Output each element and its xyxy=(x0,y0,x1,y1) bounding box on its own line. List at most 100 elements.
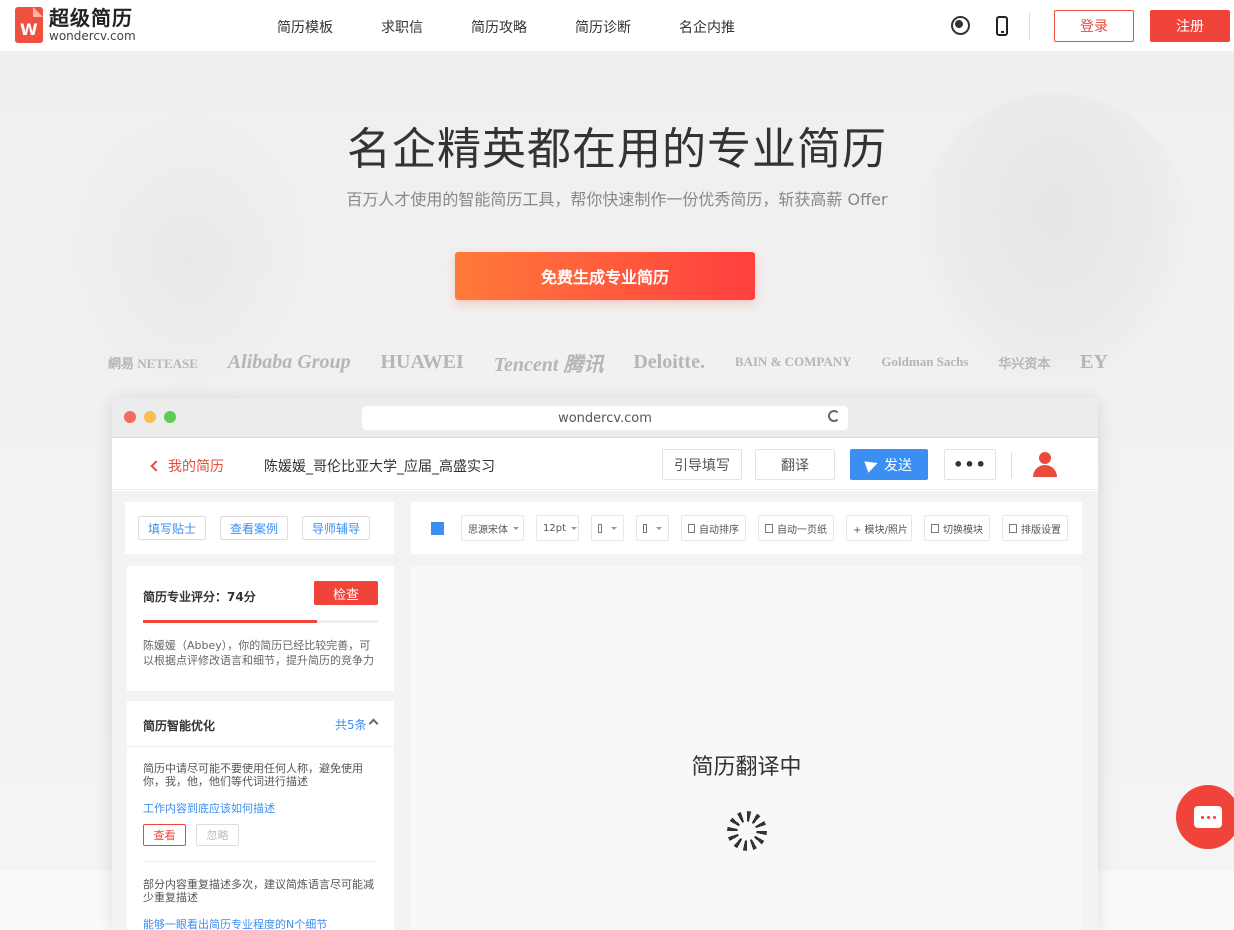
resume-preview: 简历翻译中 xyxy=(411,566,1082,930)
loading-spinner-icon xyxy=(727,811,767,851)
page-select[interactable] xyxy=(636,515,669,541)
line-spacing-icon xyxy=(598,523,602,533)
view-button[interactable]: 查看 xyxy=(143,824,186,846)
switch-module-button[interactable]: 切换模块 xyxy=(924,515,990,541)
check-button[interactable]: 检查 xyxy=(314,581,378,605)
theme-color-swatch[interactable] xyxy=(431,522,444,535)
tip-divider xyxy=(143,861,378,862)
one-page-icon xyxy=(765,523,773,533)
score-progress-fill xyxy=(143,620,317,623)
optimize-count: 共5条 xyxy=(335,718,367,732)
browser-window: wondercv.com 我的简历 陈媛媛_哥伦比亚大学_应届_高盛实习 引导填… xyxy=(112,398,1098,930)
header-divider xyxy=(1011,452,1012,478)
close-dot-icon xyxy=(124,411,136,423)
nav-item-diagnosis[interactable]: 简历诊断 xyxy=(575,17,631,37)
logo-url: wondercv.com xyxy=(49,29,136,43)
resume-title: 陈媛媛_哥伦比亚大学_应届_高盛实习 xyxy=(264,459,495,475)
globe-icon[interactable] xyxy=(951,16,970,35)
line-spacing-select[interactable] xyxy=(591,515,624,541)
tip-link[interactable]: 能够一眼看出简历专业程度的N个细节 xyxy=(143,916,327,930)
send-label: 发送 xyxy=(884,457,912,474)
page-icon xyxy=(643,523,647,533)
brand-huaxing-logo: 华兴资本 xyxy=(998,355,1051,371)
font-select[interactable]: 思源宋体 xyxy=(461,515,524,541)
one-page-button[interactable]: 自动一页纸 xyxy=(758,515,834,541)
address-bar: wondercv.com xyxy=(362,406,848,430)
main-nav: 简历模板 求职信 简历攻略 简历诊断 名企内推 xyxy=(277,17,783,37)
brand-bain-logo: BAIN & COMPANY xyxy=(734,354,852,369)
create-resume-button[interactable]: 免费生成专业简历 xyxy=(455,252,755,300)
logo-name: 超级简历 xyxy=(49,6,133,30)
brand-ey-logo: EY xyxy=(1080,350,1108,373)
tip-link[interactable]: 工作内容到底应该如何描述 xyxy=(143,800,275,816)
register-button[interactable]: 注册 xyxy=(1150,10,1230,42)
top-navbar: W 超级简历 wondercv.com 简历模板 求职信 简历攻略 简历诊断 名… xyxy=(0,0,1234,52)
minimize-dot-icon xyxy=(144,411,156,423)
logo-mark-icon: W xyxy=(15,7,43,43)
tab-tips[interactable]: 填写贴士 xyxy=(138,516,207,540)
paper-plane-icon xyxy=(864,456,880,473)
translate-button[interactable]: 翻译 xyxy=(755,449,835,480)
brand-goldman-logo: Goldman Sachs xyxy=(881,354,969,369)
logo[interactable]: W 超级简历 wondercv.com xyxy=(15,7,136,43)
mobile-icon[interactable] xyxy=(996,16,1008,36)
one-page-label: 自动一页纸 xyxy=(777,524,827,536)
brand-alibaba-logo: Alibaba Group xyxy=(227,350,351,373)
more-button[interactable]: ••• xyxy=(944,449,996,480)
module-photo-button[interactable]: + 模块/照片 xyxy=(846,515,912,541)
browser-titlebar: wondercv.com xyxy=(112,398,1098,438)
brand-netease-logo: 網易 NETEASE xyxy=(108,355,198,371)
address-url: wondercv.com xyxy=(558,410,652,426)
chat-support-button[interactable] xyxy=(1176,785,1234,849)
send-button[interactable]: 发送 xyxy=(850,449,928,480)
login-button[interactable]: 登录 xyxy=(1054,10,1134,42)
nav-item-cover-letter[interactable]: 求职信 xyxy=(381,17,423,37)
caret-down-icon xyxy=(571,526,577,530)
brand-huawei-logo: HUAWEI xyxy=(380,350,464,373)
tab-examples[interactable]: 查看案例 xyxy=(220,516,289,540)
score-progress-track xyxy=(143,620,378,623)
auto-sort-button[interactable]: 自动排序 xyxy=(681,515,746,541)
score-label: 简历专业评分：74分 xyxy=(143,590,256,604)
grid-icon xyxy=(1009,523,1017,533)
score-description: 陈媛媛（Abbey），你的简历已经比较完善，可以根据点评修改语言和细节，提升简历… xyxy=(143,639,374,667)
hero-subtitle: 百万人才使用的智能简历工具，帮你快速制作一份优秀简历，斩获高薪 Offer xyxy=(346,190,888,209)
reload-icon xyxy=(828,410,840,422)
logo-text: 超级简历 wondercv.com xyxy=(49,8,136,42)
back-to-my-resumes[interactable]: 我的简历 xyxy=(150,456,224,476)
switch-icon xyxy=(931,523,939,533)
score-card: 简历专业评分：74分 检查 陈媛媛（Abbey），你的简历已经比较完善，可以根据… xyxy=(127,566,394,691)
optimize-header[interactable]: 简历智能优化 共5条 xyxy=(127,701,394,747)
layout-settings-button[interactable]: 排版设置 xyxy=(1002,515,1068,541)
user-avatar-icon[interactable] xyxy=(1032,452,1058,478)
nav-item-guides[interactable]: 简历攻略 xyxy=(471,17,527,37)
side-tabs: 填写贴士 查看案例 导师辅导 xyxy=(125,502,394,554)
font-size-select[interactable]: 12pt xyxy=(536,515,579,541)
translating-text: 简历翻译中 xyxy=(691,755,802,780)
font-size-value: 12pt xyxy=(543,522,566,534)
chat-bubble-icon xyxy=(1194,806,1222,828)
back-label: 我的简历 xyxy=(168,459,224,475)
layout-label: 排版设置 xyxy=(1021,524,1061,536)
editor-header: 我的简历 陈媛媛_哥伦比亚大学_应届_高盛实习 引导填写 翻译 发送 ••• xyxy=(112,438,1098,525)
maximize-dot-icon xyxy=(164,411,176,423)
optimize-card: 简历智能优化 共5条 简历中请尽可能不要使用任何人称，避免使用你，我，他，他们等… xyxy=(127,701,394,930)
tip-text: 简历中请尽可能不要使用任何人称，避免使用你，我，他，他们等代词进行描述 xyxy=(143,762,363,788)
caret-down-icon xyxy=(513,526,519,530)
header-divider xyxy=(1029,12,1030,40)
ignore-button[interactable]: 忽略 xyxy=(196,824,239,846)
format-toolbar: 思源宋体 12pt 自动排序 自动一页纸 + 模块/照片 切换模块 排版设置 xyxy=(411,502,1082,554)
nav-item-referral[interactable]: 名企内推 xyxy=(679,17,735,37)
tab-mentor[interactable]: 导师辅导 xyxy=(302,516,371,540)
caret-down-icon xyxy=(656,526,662,530)
brand-logos: 網易 NETEASE Alibaba Group HUAWEI Tencent … xyxy=(108,343,1108,381)
chevron-left-icon xyxy=(150,460,162,472)
editor-body: 填写贴士 查看案例 导师辅导 简历专业评分：74分 检查 陈媛媛（Abbey），… xyxy=(112,491,1098,930)
nav-item-templates[interactable]: 简历模板 xyxy=(277,17,333,37)
chevron-up-icon[interactable] xyxy=(368,718,379,729)
brand-deloitte-logo: Deloitte. xyxy=(633,350,705,373)
tip-text: 部分内容重复描述多次，建议简炼语言尽可能减少重复描述 xyxy=(143,878,374,904)
switch-module-label: 切换模块 xyxy=(943,524,983,536)
guide-fill-button[interactable]: 引导填写 xyxy=(662,449,742,480)
auto-sort-label: 自动排序 xyxy=(699,524,739,536)
